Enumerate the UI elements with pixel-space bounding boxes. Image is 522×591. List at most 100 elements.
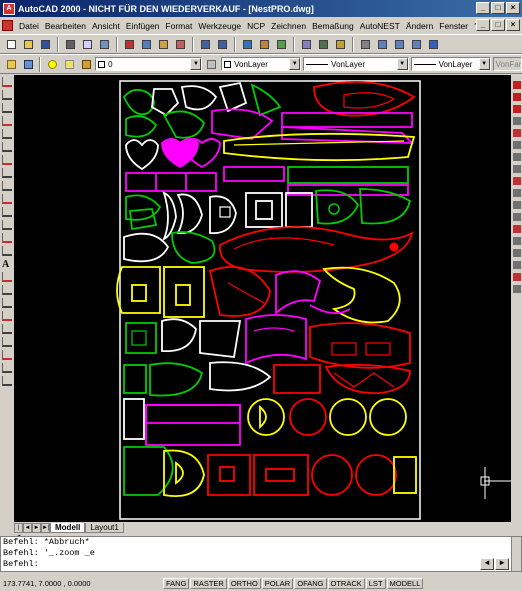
rotate-icon[interactable] [512, 189, 521, 197]
menu-bemassung[interactable]: Bemaßung [309, 21, 357, 31]
undo-icon[interactable] [198, 37, 213, 52]
paste-icon[interactable] [156, 37, 171, 52]
designcenter-icon[interactable] [333, 37, 348, 52]
chevron-down-icon[interactable]: ▼ [478, 58, 490, 70]
drawing-canvas[interactable] [14, 75, 511, 522]
linetype-select[interactable]: VonLayer ▼ [303, 57, 409, 71]
copy-icon[interactable] [512, 129, 521, 137]
zoom-realtime-icon[interactable] [375, 37, 390, 52]
polar-toggle[interactable]: POLAR [261, 578, 294, 589]
lineweight-select[interactable]: VonLayer ▼ [410, 57, 491, 71]
open-icon[interactable] [21, 37, 36, 52]
tool-icon[interactable] [2, 350, 12, 360]
tab-prev-button[interactable]: ◄ [23, 523, 32, 533]
maximize-button[interactable]: □ [491, 2, 505, 14]
nc-icon[interactable] [512, 93, 521, 101]
arc-icon[interactable] [2, 142, 12, 152]
tool-icon[interactable] [2, 298, 12, 308]
document-icon[interactable] [2, 20, 13, 31]
cut-icon[interactable] [122, 37, 137, 52]
insert-icon[interactable] [2, 207, 12, 217]
pan-icon[interactable] [358, 37, 373, 52]
menu-einfuegen[interactable]: Einfügen [123, 21, 163, 31]
explode-icon[interactable] [512, 285, 521, 293]
tool-icon[interactable] [2, 324, 12, 334]
pline-icon[interactable] [2, 103, 12, 113]
extend-icon[interactable] [512, 237, 521, 245]
command-scrollbar[interactable] [511, 537, 521, 571]
make-current-icon[interactable] [204, 57, 219, 72]
menu-autonest[interactable]: AutoNEST [357, 21, 403, 31]
circle-icon[interactable] [2, 155, 12, 165]
chevron-down-icon[interactable]: ▼ [190, 58, 202, 70]
preview-icon[interactable] [80, 37, 95, 52]
zoom-previous-icon[interactable] [409, 37, 424, 52]
block-icon[interactable] [2, 194, 12, 204]
otrack-toggle[interactable]: OTRACK [327, 578, 365, 589]
tool-icon[interactable] [2, 376, 12, 386]
doc-close-button[interactable]: × [506, 19, 520, 31]
tab-first-button[interactable]: |◄ [14, 523, 23, 540]
chamfer-icon[interactable] [512, 261, 521, 269]
chevron-down-icon[interactable]: ▼ [396, 58, 408, 70]
tab-layout1[interactable]: Layout1 [85, 523, 124, 533]
distance-icon[interactable] [299, 37, 314, 52]
print-icon[interactable] [63, 37, 78, 52]
ortho-toggle[interactable]: ORTHO [227, 578, 261, 589]
redo-icon[interactable] [215, 37, 230, 52]
trim-icon[interactable] [512, 225, 521, 233]
osnap-toggle[interactable]: OFANG [294, 578, 327, 589]
color-select[interactable]: VonLayer ▼ [221, 57, 302, 71]
point-icon[interactable] [2, 220, 12, 230]
menu-format[interactable]: Format [162, 21, 195, 31]
tool-icon[interactable] [2, 285, 12, 295]
menu-aendern[interactable]: Ändern [403, 21, 436, 31]
layer-select[interactable]: 0 ▼ [95, 57, 203, 71]
tab-last-button[interactable]: ►| [41, 523, 50, 533]
menu-zeichnen[interactable]: Zeichnen [268, 21, 309, 31]
array-icon[interactable] [512, 165, 521, 173]
menu-bearbeiten[interactable]: Bearbeiten [42, 21, 89, 31]
menu-ncp[interactable]: NCP [244, 21, 268, 31]
new-icon[interactable] [4, 37, 19, 52]
minimize-button[interactable]: _ [476, 2, 490, 14]
match-icon[interactable] [173, 37, 188, 52]
menu-werkzeuge[interactable]: Werkzeuge [195, 21, 244, 31]
tool-icon[interactable] [2, 363, 12, 373]
help-icon[interactable] [426, 37, 441, 52]
find-icon[interactable] [97, 37, 112, 52]
break-icon[interactable] [512, 249, 521, 257]
doc-minimize-button[interactable]: _ [476, 19, 490, 31]
fillet-icon[interactable] [512, 273, 521, 281]
tool-icon[interactable] [2, 337, 12, 347]
scroll-left-button[interactable]: ◄ [480, 558, 494, 570]
menu-fenster[interactable]: Fenster [436, 21, 471, 31]
tool-icon[interactable] [2, 311, 12, 321]
xline-icon[interactable] [2, 90, 12, 100]
snap-icon[interactable] [257, 37, 272, 52]
region-icon[interactable] [2, 246, 12, 256]
command-prompt[interactable]: Befehl: [3, 559, 521, 570]
stretch-icon[interactable] [512, 213, 521, 221]
snap-toggle[interactable]: FANG [163, 578, 190, 589]
zoom-window-icon[interactable] [392, 37, 407, 52]
hatch-icon[interactable] [2, 233, 12, 243]
scroll-right-button[interactable]: ► [495, 558, 509, 570]
mirror-icon[interactable] [512, 141, 521, 149]
move-icon[interactable] [512, 177, 521, 185]
hyperlink-icon[interactable] [240, 37, 255, 52]
polygon-icon[interactable] [2, 116, 12, 126]
properties-icon[interactable] [316, 37, 331, 52]
rectangle-icon[interactable] [2, 129, 12, 139]
line-icon[interactable] [2, 77, 12, 87]
help-icon[interactable] [512, 105, 521, 113]
tab-modell[interactable]: Modell [50, 523, 86, 533]
layer-manager-icon[interactable] [4, 57, 19, 72]
layer-previous-icon[interactable] [21, 57, 36, 72]
command-window[interactable]: Befehl: *Abbruch* Befehl: '_.zoom _e Bef… [0, 536, 522, 572]
tab-next-button[interactable]: ► [32, 523, 41, 533]
layer-icon[interactable] [2, 272, 12, 282]
grid-toggle[interactable]: RASTER [190, 578, 227, 589]
erase-icon[interactable] [512, 117, 521, 125]
scale-icon[interactable] [512, 201, 521, 209]
